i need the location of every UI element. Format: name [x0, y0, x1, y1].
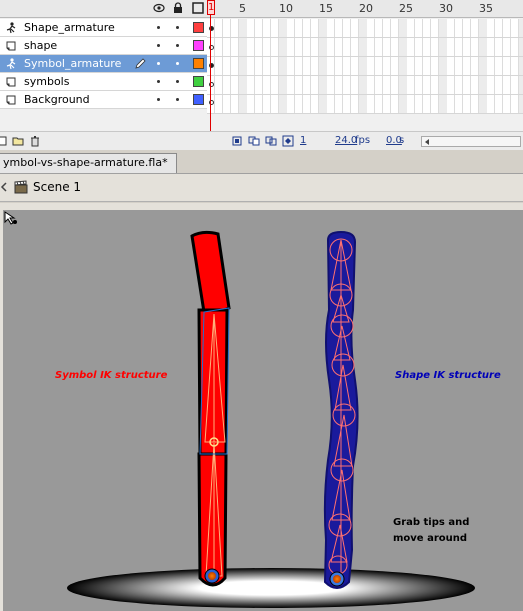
frame-number: 10: [279, 2, 293, 15]
floor-shadow: [67, 568, 475, 608]
frame-number: 35: [479, 2, 493, 15]
scene-clapper-icon: [14, 180, 28, 194]
layer-header: [0, 0, 207, 18]
edit-bar: Scene 1: [0, 174, 523, 202]
stage-area: Symbol IK structure Shape IK structure G…: [0, 203, 523, 611]
frame-number: 5: [239, 2, 246, 15]
layer-name: Shape_armature: [24, 21, 115, 34]
lock-icon[interactable]: [172, 2, 184, 14]
instruction-label: Grab tips and move around: [393, 517, 470, 544]
layer-name: Background: [24, 93, 90, 106]
frame-ruler[interactable]: 1 5 10 15 20 25 30 35: [207, 0, 523, 18]
bone-tool-cursor-icon: [4, 211, 17, 225]
shape-armature[interactable]: [323, 230, 359, 589]
document-tab[interactable]: ymbol-vs-shape-armature.fla*: [0, 153, 177, 173]
scene-name[interactable]: Scene 1: [33, 180, 81, 194]
back-arrow-icon[interactable]: [0, 182, 8, 192]
frame-number: 30: [439, 2, 453, 15]
frame-number: 15: [319, 2, 333, 15]
normal-layer-icon: [6, 95, 16, 105]
layer-row-symbol-armature[interactable]: Symbol_armature: [0, 55, 207, 73]
armature-layer-icon: [6, 22, 16, 34]
onion-outline-icon[interactable]: [265, 135, 277, 147]
frame-number: 25: [399, 2, 413, 15]
time-unit: s: [399, 135, 405, 146]
normal-layer-icon: [6, 41, 16, 51]
outline-icon[interactable]: [192, 2, 204, 14]
fps-unit: fps: [355, 135, 371, 146]
layer-list: Shape_armature shape Symbol_armature sym…: [0, 19, 207, 109]
eye-icon[interactable]: [153, 2, 165, 14]
playhead-frame[interactable]: 1: [207, 0, 215, 15]
shape-ik-label: Shape IK structure: [395, 370, 501, 381]
layer-name: symbols: [24, 75, 70, 88]
lock-toggle[interactable]: [176, 26, 179, 29]
visibility-toggle[interactable]: [157, 62, 160, 65]
timeline-footer: 1 24.0 fps 0.0 s: [0, 131, 523, 150]
lock-toggle[interactable]: [176, 44, 179, 47]
frame-grid[interactable]: [207, 19, 523, 114]
pencil-icon: [135, 58, 146, 69]
lock-toggle[interactable]: [176, 98, 179, 101]
document-tab-bar: ymbol-vs-shape-armature.fla*: [0, 150, 523, 174]
onion-skin-icon[interactable]: [248, 135, 260, 147]
normal-layer-icon: [6, 77, 16, 87]
stage-artwork: [67, 230, 475, 608]
visibility-toggle[interactable]: [157, 44, 160, 47]
frame-number: 20: [359, 2, 373, 15]
layer-name: Symbol_armature: [24, 57, 122, 70]
center-frame-icon[interactable]: [231, 135, 243, 147]
scroll-left-icon[interactable]: [423, 138, 431, 146]
edit-multiple-frames-icon[interactable]: [282, 135, 294, 147]
layer-row-background[interactable]: Background: [0, 91, 207, 109]
new-folder-icon[interactable]: [12, 135, 24, 147]
layer-row-symbols[interactable]: symbols: [0, 73, 207, 91]
lock-toggle[interactable]: [176, 62, 179, 65]
layer-row-shape-armature[interactable]: Shape_armature: [0, 19, 207, 37]
visibility-toggle[interactable]: [157, 26, 160, 29]
layer-color-swatch[interactable]: [193, 40, 204, 51]
trash-icon[interactable]: [29, 135, 41, 147]
visibility-toggle[interactable]: [157, 80, 160, 83]
symbol-armature[interactable]: [190, 230, 231, 587]
playhead[interactable]: 1: [207, 0, 215, 150]
stage[interactable]: Symbol IK structure Shape IK structure G…: [3, 210, 523, 611]
symbol-ik-label: Symbol IK structure: [55, 370, 168, 381]
timeline-panel: 1 5 10 15 20 25 30 35 Shape_armature sha…: [0, 0, 523, 150]
armature-layer-icon: [6, 58, 16, 70]
layer-color-swatch[interactable]: [193, 22, 204, 33]
current-frame[interactable]: 1: [300, 135, 306, 146]
layer-color-swatch[interactable]: [193, 76, 204, 87]
fps-value[interactable]: 24.0: [335, 135, 357, 146]
layer-row-shape[interactable]: shape: [0, 37, 207, 55]
layer-color-swatch[interactable]: [193, 58, 204, 69]
layer-name: shape: [24, 39, 58, 52]
layer-color-swatch[interactable]: [193, 94, 204, 105]
new-layer-icon[interactable]: [0, 135, 8, 147]
visibility-toggle[interactable]: [157, 98, 160, 101]
timeline-scrollbar[interactable]: [421, 136, 521, 147]
lock-toggle[interactable]: [176, 80, 179, 83]
